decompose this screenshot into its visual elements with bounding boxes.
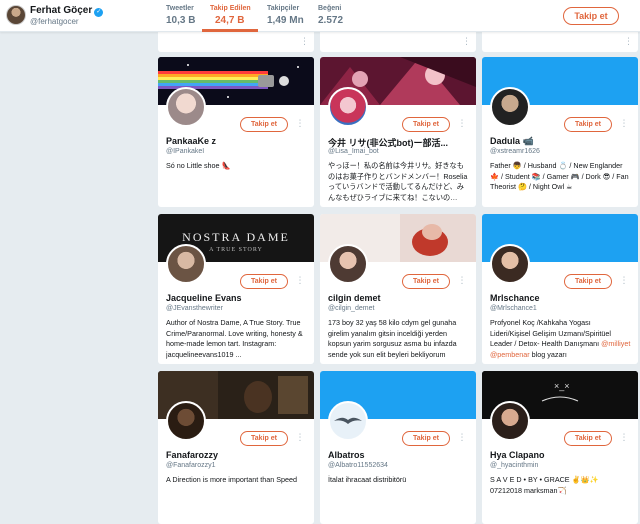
follow-button[interactable]: Takip et bbox=[240, 274, 288, 289]
stat-label: Tweetler bbox=[166, 5, 194, 12]
more-options-icon[interactable]: ⋮ bbox=[300, 36, 309, 47]
verified-badge-icon: ✓ bbox=[94, 8, 104, 17]
stat-label: Takip Edilen bbox=[210, 5, 251, 12]
user-avatar[interactable] bbox=[328, 244, 368, 284]
active-tab-indicator bbox=[202, 29, 258, 32]
stat-label: Beğeni bbox=[318, 5, 342, 12]
bio-text: Profyonel Koç /Kahkaha Yogası Lideri/Kiş… bbox=[490, 318, 612, 348]
user-name[interactable]: cilgin demet bbox=[328, 293, 472, 303]
profile-follow-button[interactable]: Takip et bbox=[563, 7, 619, 25]
user-bio: Father 👦 / Husband 💍 / New Englander 🍁 /… bbox=[490, 161, 629, 191]
user-avatar[interactable] bbox=[490, 87, 530, 127]
follow-button[interactable]: Takip et bbox=[564, 274, 612, 289]
bio-text: blog yazarı bbox=[529, 349, 567, 359]
user-avatar[interactable] bbox=[490, 401, 530, 441]
profile-name[interactable]: Ferhat Göçer bbox=[30, 5, 92, 16]
user-name[interactable]: Dadula 📹 bbox=[490, 136, 634, 147]
banner-title: NOSTRA DAME bbox=[182, 230, 290, 244]
stat-value: 1,49 Mn bbox=[267, 15, 304, 26]
mention-link[interactable]: @milliyet bbox=[601, 339, 630, 348]
follow-button[interactable]: Takip et bbox=[240, 117, 288, 132]
user-handle[interactable]: @Albatro11552634 bbox=[328, 462, 388, 469]
follow-button[interactable]: Takip et bbox=[402, 274, 450, 289]
profile-avatar[interactable] bbox=[6, 5, 26, 25]
more-options-icon[interactable]: ⋮ bbox=[616, 274, 632, 289]
stat-following[interactable]: Takip Edilen 24,7 B bbox=[210, 5, 251, 26]
user-bio: Author of Nostra Dame, A True Story. Tru… bbox=[166, 318, 303, 359]
more-options-icon[interactable]: ⋮ bbox=[624, 36, 633, 47]
stat-tweets[interactable]: Tweetler 10,3 B bbox=[166, 5, 195, 26]
more-options-icon[interactable]: ⋮ bbox=[462, 36, 471, 47]
user-bio: Profyonel Koç /Kahkaha Yogası Lideri/Kiş… bbox=[490, 318, 632, 360]
user-handle[interactable]: @Fanafarozzy1 bbox=[166, 462, 216, 469]
user-handle[interactable]: @JEvansthewriter bbox=[166, 305, 223, 312]
follow-button[interactable]: Takip et bbox=[564, 117, 612, 132]
user-card[interactable]: Takip et ⋮ Dadula 📹 @xstreamr1626 Father… bbox=[482, 57, 638, 207]
stat-likes[interactable]: Beğeni 2.572 bbox=[318, 5, 343, 26]
more-options-icon[interactable]: ⋮ bbox=[292, 117, 308, 132]
more-options-icon[interactable]: ⋮ bbox=[454, 274, 470, 289]
albatross-bird-icon bbox=[334, 417, 362, 424]
user-bio: やっほー！私の名前は今井リサ。好きなものはお菓子作りとバンドメンバー！Rosel… bbox=[328, 161, 468, 202]
more-options-icon[interactable]: ⋮ bbox=[292, 431, 308, 446]
user-name[interactable]: PankaaKe z bbox=[166, 136, 310, 146]
user-card[interactable]: Takip et ⋮ cilgin demet @cilgin_demet 17… bbox=[320, 214, 476, 364]
more-options-icon[interactable]: ⋮ bbox=[454, 431, 470, 446]
user-avatar[interactable] bbox=[166, 87, 206, 127]
card-stub bbox=[158, 32, 314, 52]
user-avatar[interactable] bbox=[166, 244, 206, 284]
card-stub bbox=[482, 32, 638, 52]
stat-label: Takipçiler bbox=[267, 5, 300, 12]
more-options-icon[interactable]: ⋮ bbox=[454, 117, 470, 132]
user-handle[interactable]: @IPankakeI bbox=[166, 148, 204, 155]
user-card[interactable]: ×_× Takip et ⋮ Hya Clapano @_hyacinthmin… bbox=[482, 371, 638, 524]
mention-link[interactable]: @pembenar bbox=[490, 350, 530, 359]
user-handle[interactable]: @_hyacinthmin bbox=[490, 462, 538, 469]
follow-button[interactable]: Takip et bbox=[402, 117, 450, 132]
user-name[interactable]: Fanafarozzy bbox=[166, 450, 310, 460]
user-bio: İtalat ihracaat distribitörü bbox=[328, 475, 407, 484]
user-avatar[interactable] bbox=[328, 401, 368, 441]
user-handle[interactable]: @xstreamr1626 bbox=[490, 148, 540, 155]
stat-value: 24,7 B bbox=[215, 15, 245, 26]
stat-followers[interactable]: Takipçiler 1,49 Mn bbox=[267, 5, 304, 26]
user-avatar[interactable] bbox=[166, 401, 206, 441]
user-card[interactable]: Takip et ⋮ Mrlschance @Mrlschance1 Profy… bbox=[482, 214, 638, 364]
user-name[interactable]: Mrlschance bbox=[490, 293, 634, 303]
more-options-icon[interactable]: ⋮ bbox=[616, 117, 632, 132]
follow-button[interactable]: Takip et bbox=[402, 431, 450, 446]
follow-button[interactable]: Takip et bbox=[564, 431, 612, 446]
user-card[interactable]: Takip et ⋮ Albatros @Albatro11552634 İta… bbox=[320, 371, 476, 524]
user-name[interactable]: Jacqueline Evans bbox=[166, 293, 310, 303]
user-bio: S A V E D • BY • GRACE ✌️👑✨ 07212018 mar… bbox=[490, 475, 599, 495]
user-card[interactable]: Takip et ⋮ PankaaKe z @IPankakeI Só no L… bbox=[158, 57, 314, 207]
user-bio: A Direction is more important than Speed bbox=[166, 475, 298, 484]
user-handle[interactable]: @Lisa_Imai_bot bbox=[328, 148, 379, 155]
more-options-icon[interactable]: ⋮ bbox=[292, 274, 308, 289]
user-card[interactable]: Takip et ⋮ Fanafarozzy @Fanafarozzy1 A D… bbox=[158, 371, 314, 524]
profile-name-row[interactable]: Ferhat Göçer ✓ bbox=[30, 5, 104, 17]
stat-value: 10,3 B bbox=[166, 15, 196, 26]
user-avatar[interactable] bbox=[328, 87, 368, 127]
more-options-icon[interactable]: ⋮ bbox=[616, 431, 632, 446]
stat-value: 2.572 bbox=[318, 15, 344, 26]
user-card[interactable]: NOSTRA DAME A TRUE STORY Takip et ⋮ Jacq… bbox=[158, 214, 314, 364]
user-name[interactable]: Albatros bbox=[328, 450, 472, 460]
user-name[interactable]: Hya Clapano bbox=[490, 450, 634, 460]
profile-handle: @ferhatgocer bbox=[30, 17, 79, 26]
user-handle[interactable]: @Mrlschance1 bbox=[490, 305, 537, 312]
user-card[interactable]: Takip et ⋮ 今井 リサ(非公式bot)ー部活... @Lisa_Ima… bbox=[320, 57, 476, 207]
user-avatar[interactable] bbox=[490, 244, 530, 284]
card-stub bbox=[320, 32, 476, 52]
user-bio: Só no Little shoe 👠 bbox=[166, 161, 231, 170]
user-bio: 173 boy 32 yaş 58 kilo cdym gel gunaha g… bbox=[328, 318, 457, 359]
user-handle[interactable]: @cilgin_demet bbox=[328, 305, 374, 312]
svg-text:×_×: ×_× bbox=[554, 381, 570, 391]
follow-button[interactable]: Takip et bbox=[240, 431, 288, 446]
profile-nav-bar: Ferhat Göçer ✓ @ferhatgocer Tweetler 10,3… bbox=[0, 0, 640, 32]
